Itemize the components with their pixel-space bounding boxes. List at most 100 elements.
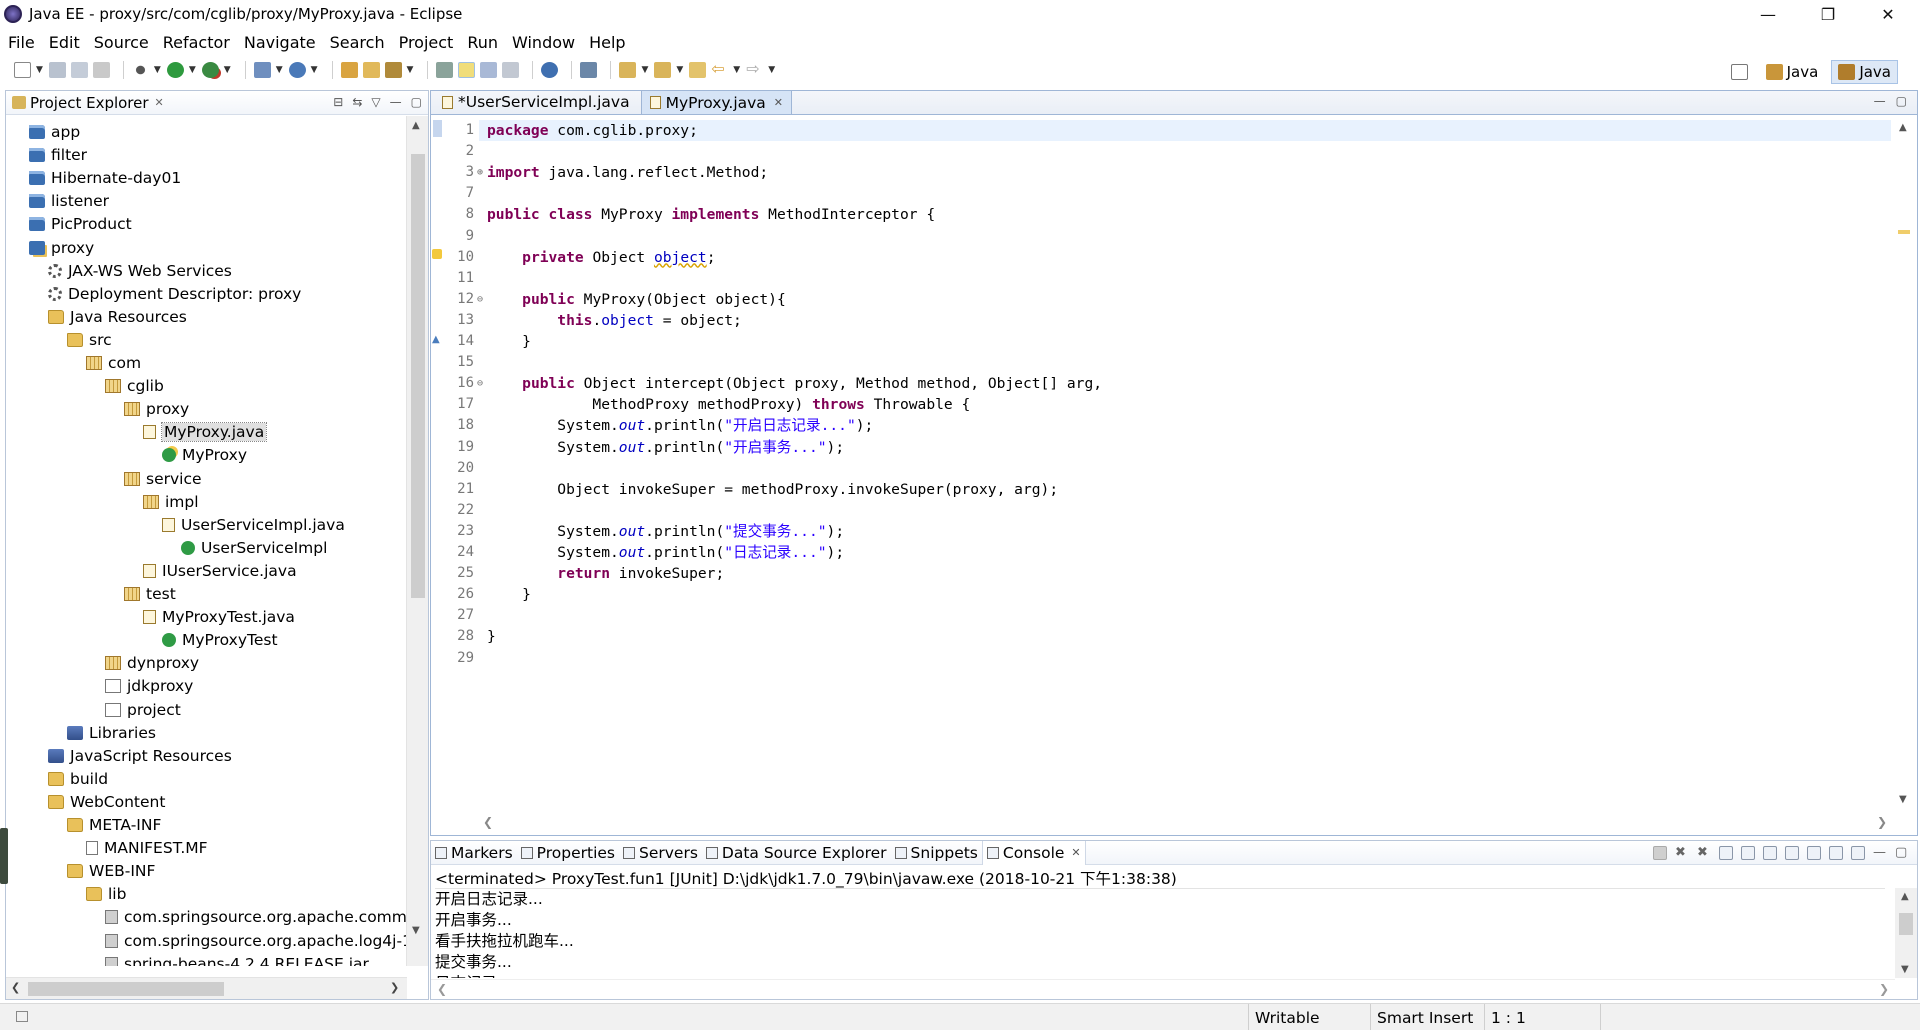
close-button[interactable]: ✕ — [1860, 0, 1916, 28]
next-annotation-dropdown-icon[interactable]: ▼ — [641, 65, 648, 75]
tree-item[interactable]: Libraries — [67, 722, 156, 744]
close-view-icon[interactable]: ✕ — [155, 96, 164, 109]
pin-console-icon[interactable] — [1807, 846, 1821, 860]
editor-tab-userserviceimpl[interactable]: *UserServiceImpl.java — [434, 90, 638, 114]
tree-item[interactable]: test — [124, 583, 176, 605]
maximize-editor-icon[interactable]: ▢ — [1896, 94, 1907, 108]
minimize-editor-icon[interactable]: — — [1874, 94, 1886, 108]
tree-item[interactable]: IUserService.java — [143, 560, 297, 582]
tree-item[interactable]: project — [105, 699, 181, 721]
maximize-view-icon[interactable]: ▢ — [411, 95, 422, 109]
open-task-icon[interactable] — [362, 62, 380, 78]
scroll-right-icon[interactable]: ❯ — [1877, 815, 1887, 829]
new-dropdown-icon[interactable]: ▼ — [36, 65, 43, 75]
scroll-up-icon[interactable]: ▲ — [1901, 891, 1909, 902]
tree-item[interactable]: dynproxy — [105, 652, 199, 674]
menu-navigate[interactable]: Navigate — [237, 33, 323, 52]
tree-item[interactable]: com.springsource.org.apache.commo — [105, 906, 407, 928]
explorer-vertical-scrollbar[interactable]: ▲ ▼ — [406, 116, 428, 966]
scrollbar-thumb[interactable] — [411, 154, 425, 598]
collapse-all-icon[interactable]: ⊟ — [333, 95, 343, 109]
tree-item[interactable]: JavaScript Resources — [48, 745, 232, 767]
scroll-up-icon[interactable]: ▲ — [412, 120, 420, 131]
override-indicator-icon[interactable]: ▲ — [432, 334, 440, 345]
display-selected-console-icon[interactable] — [1829, 846, 1843, 860]
scroll-right-icon[interactable]: ❯ — [1879, 982, 1889, 996]
tab-properties[interactable]: Properties — [517, 841, 619, 865]
block-selection-icon[interactable] — [480, 62, 498, 78]
tree-item[interactable]: UserServiceImpl — [181, 537, 327, 559]
external-tools-dropdown-icon[interactable]: ▼ — [224, 65, 231, 75]
tree-item[interactable]: jdkproxy — [105, 675, 193, 697]
tree-item[interactable]: META-INF — [67, 814, 161, 836]
tree-item[interactable]: com.springsource.org.apache.log4j-1. — [105, 930, 407, 952]
back-dropdown-icon[interactable]: ▼ — [733, 65, 740, 75]
tree-item[interactable]: listener — [29, 190, 109, 212]
fast-view-icon[interactable] — [16, 1011, 28, 1022]
restore-button[interactable]: ❐ — [1800, 0, 1856, 28]
tab-snippets[interactable]: Snippets — [891, 841, 982, 865]
tree-item[interactable]: service — [124, 468, 202, 490]
scrollbar-thumb[interactable] — [28, 982, 224, 996]
new-class-icon[interactable] — [288, 62, 306, 78]
overview-ruler[interactable]: ▲ ▼ — [1891, 116, 1917, 811]
show-whitespace-icon[interactable] — [502, 62, 520, 78]
view-menu-icon[interactable]: ▽ — [371, 95, 380, 109]
tree-item[interactable]: impl — [143, 491, 199, 513]
debug-dropdown-icon[interactable]: ▼ — [154, 65, 161, 75]
tree-item[interactable]: com — [86, 352, 141, 374]
menu-window[interactable]: Window — [505, 33, 582, 52]
tree-item[interactable]: PicProduct — [29, 213, 132, 235]
toggle-mark-occurrences-icon[interactable] — [458, 62, 476, 78]
tree-item[interactable]: Deployment Descriptor: proxy — [48, 283, 301, 305]
minimize-view-icon[interactable]: — — [1873, 846, 1887, 860]
menu-refactor[interactable]: Refactor — [156, 33, 237, 52]
tree-item[interactable]: MyProxyTest.java — [143, 606, 295, 628]
link-with-editor-icon[interactable]: ⇆ — [352, 95, 362, 109]
annotation-ruler[interactable]: ▲ — [431, 116, 443, 811]
scroll-right-icon[interactable]: ❯ — [390, 981, 399, 994]
maximize-view-icon[interactable]: ▢ — [1895, 846, 1909, 860]
search-dropdown-icon[interactable]: ▼ — [407, 65, 414, 75]
menu-search[interactable]: Search — [323, 33, 392, 52]
print-icon[interactable] — [92, 62, 110, 78]
new-icon[interactable] — [14, 62, 31, 78]
forward-dropdown-icon[interactable]: ▼ — [768, 65, 775, 75]
menu-file[interactable]: File — [0, 33, 42, 52]
pin-editor-icon[interactable] — [580, 62, 598, 78]
scroll-left-icon[interactable]: ❮ — [437, 982, 447, 996]
tree-item[interactable]: WEB-INF — [67, 860, 155, 882]
minimize-button[interactable]: — — [1740, 0, 1796, 28]
clear-console-icon[interactable] — [1719, 846, 1733, 860]
previous-annotation-icon[interactable] — [654, 62, 672, 78]
tree-item[interactable]: MyProxy.java — [143, 421, 268, 443]
tree-item[interactable]: src — [67, 329, 112, 351]
remove-launch-icon[interactable]: ✖ — [1675, 846, 1689, 860]
debug-icon[interactable] — [131, 62, 149, 78]
tab-data-source-explorer[interactable]: Data Source Explorer — [702, 841, 891, 865]
next-annotation-icon[interactable] — [619, 62, 637, 78]
code-area[interactable]: package com.cglib.proxy; import java.lang… — [479, 116, 1891, 811]
warning-marker[interactable] — [1898, 230, 1910, 234]
scroll-left-icon[interactable]: ❮ — [11, 981, 20, 994]
tree-item[interactable]: filter — [29, 144, 87, 166]
tree-item[interactable]: MyProxyTest — [162, 629, 278, 651]
menu-project[interactable]: Project — [392, 33, 461, 52]
save-icon[interactable] — [48, 62, 66, 78]
tree-item[interactable]: Java Resources — [48, 306, 187, 328]
tree-item[interactable]: proxy — [29, 237, 94, 259]
open-type-icon[interactable] — [340, 62, 358, 78]
menu-run[interactable]: Run — [460, 33, 505, 52]
scroll-down-icon[interactable]: ▼ — [412, 925, 420, 936]
tab-project-explorer[interactable]: Project Explorer ✕ — [6, 91, 170, 115]
tree-item[interactable]: lib — [86, 883, 126, 905]
tree-item[interactable]: MyProxy — [162, 444, 247, 466]
search-icon[interactable] — [384, 62, 402, 78]
tree-item[interactable]: proxy — [124, 398, 189, 420]
perspective-java[interactable]: Java — [1831, 60, 1898, 84]
menu-help[interactable]: Help — [582, 33, 632, 52]
editor-tab-myproxy[interactable]: MyProxy.java ✕ — [640, 90, 793, 114]
console-vertical-scrollbar[interactable]: ▲ ▼ — [1895, 888, 1917, 978]
scroll-up-icon[interactable]: ▲ — [1899, 122, 1907, 133]
show-console-stdout-icon[interactable] — [1785, 846, 1799, 860]
